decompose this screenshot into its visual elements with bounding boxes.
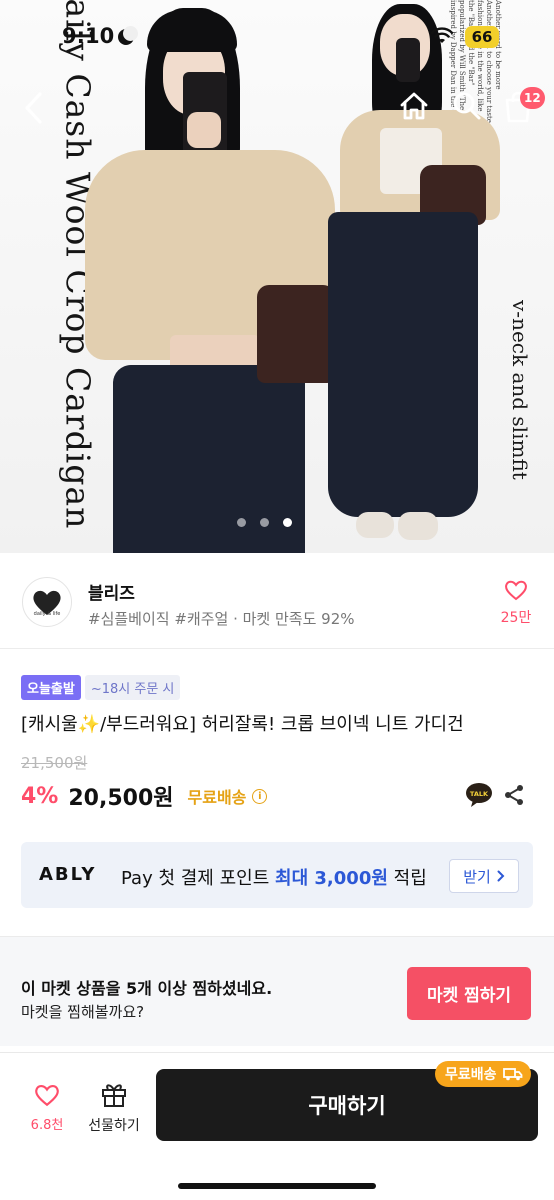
market-prompt-line1: 이 마켓 상품을 5개 이상 찜하셨네요. — [21, 979, 273, 998]
status-bar: 9:10 66 — [0, 22, 554, 52]
truck-icon — [502, 1068, 522, 1081]
pay-highlight: 최대 3,000원 — [275, 868, 388, 889]
store-name[interactable]: 블리즈 — [88, 579, 135, 604]
carousel-indicator — [237, 518, 292, 527]
discount-rate: 4% — [21, 783, 59, 809]
today-delivery-badge: 오늘출발 — [21, 675, 81, 700]
kakao-talk-icon[interactable]: TALK — [465, 782, 493, 808]
hero-subtitle-vertical: v-neck and slimfit — [508, 300, 532, 480]
pay-brand-suffix: Pay — [121, 868, 153, 889]
carousel-dot[interactable] — [260, 518, 269, 527]
ably-pay-promo-text: Pay 첫 결제 포인트 최대 3,000원 적립 — [121, 864, 427, 890]
pay-text-before: 첫 결제 포인트 — [158, 868, 270, 889]
wifi-icon — [430, 27, 454, 43]
info-icon[interactable]: i — [252, 788, 268, 804]
search-icon[interactable] — [451, 90, 483, 122]
share-icon[interactable] — [502, 783, 526, 807]
free-shipping-label: 무료배송 — [187, 788, 247, 807]
status-time: 9:10 — [62, 24, 115, 48]
product-like-count: 6.8천 — [30, 1118, 64, 1133]
market-prompt-line2: 마켓을 찜해볼까요? — [21, 1003, 145, 1021]
delivery-badges: 오늘출발 ~18시 주문 시 — [21, 675, 181, 700]
original-price: 21,500원 — [21, 754, 88, 772]
do-not-disturb-icon — [118, 26, 138, 45]
bottom-action-bar: 6.8천 선물하기 구매하기 무료배송 — [0, 1052, 554, 1200]
divider — [0, 648, 554, 649]
product-image-carousel[interactable]: Daily Cash Wool Crop Cardigan Another wo… — [0, 0, 554, 553]
market-favorite-prompt: 이 마켓 상품을 5개 이상 찜하셨네요. 마켓을 찜해볼까요? 마켓 찜하기 — [0, 936, 554, 1046]
battery-indicator: 66 — [465, 26, 499, 48]
carousel-dot-active[interactable] — [283, 518, 292, 527]
chevron-right-icon — [497, 870, 505, 882]
home-icon[interactable] — [398, 90, 430, 122]
model-photo-right — [300, 0, 510, 553]
ably-pay-logo: ABLY — [39, 864, 97, 885]
store-info-row[interactable]: daily & life 블리즈 #심플베이직 #캐주얼 · 마켓 만족도 92… — [0, 553, 554, 648]
svg-text:TALK: TALK — [470, 790, 489, 798]
product-title: [캐시울✨/부드러워요] 허리잘록! 크롭 브이넥 니트 가디건 — [21, 714, 464, 735]
store-logo-text: daily & life — [33, 611, 61, 617]
pay-text-after: 적립 — [393, 868, 427, 889]
heart-outline-icon — [35, 1084, 59, 1107]
store-like-count: 25만 — [500, 610, 532, 626]
carousel-dot[interactable] — [237, 518, 246, 527]
sale-price: 20,500원 — [68, 786, 174, 811]
store-tags: #심플베이직 #캐주얼 · 마켓 만족도 92% — [88, 610, 355, 628]
cart-count-badge: 12 — [520, 87, 545, 109]
store-like-button[interactable]: 25만 — [498, 579, 534, 627]
favorite-market-button[interactable]: 마켓 찜하기 — [407, 967, 531, 1020]
order-deadline-badge: ~18시 주문 시 — [84, 675, 181, 700]
home-indicator — [178, 1183, 376, 1189]
store-logo[interactable]: daily & life — [22, 577, 72, 627]
price-row: 4% 20,500원 무료배송 i — [21, 780, 268, 812]
gift-label: 선물하기 — [88, 1118, 140, 1134]
free-shipping-tag: 무료배송 — [435, 1061, 531, 1087]
product-like-button[interactable]: 6.8천 — [26, 1083, 68, 1133]
gift-button[interactable]: 선물하기 — [84, 1081, 144, 1135]
ably-pay-banner[interactable]: ABLY Pay 첫 결제 포인트 최대 3,000원 적립 받기 — [21, 842, 533, 908]
back-arrow-icon[interactable] — [18, 88, 50, 128]
receive-points-button[interactable]: 받기 — [449, 859, 519, 893]
heart-outline-icon — [505, 580, 527, 601]
gift-icon — [102, 1084, 126, 1107]
